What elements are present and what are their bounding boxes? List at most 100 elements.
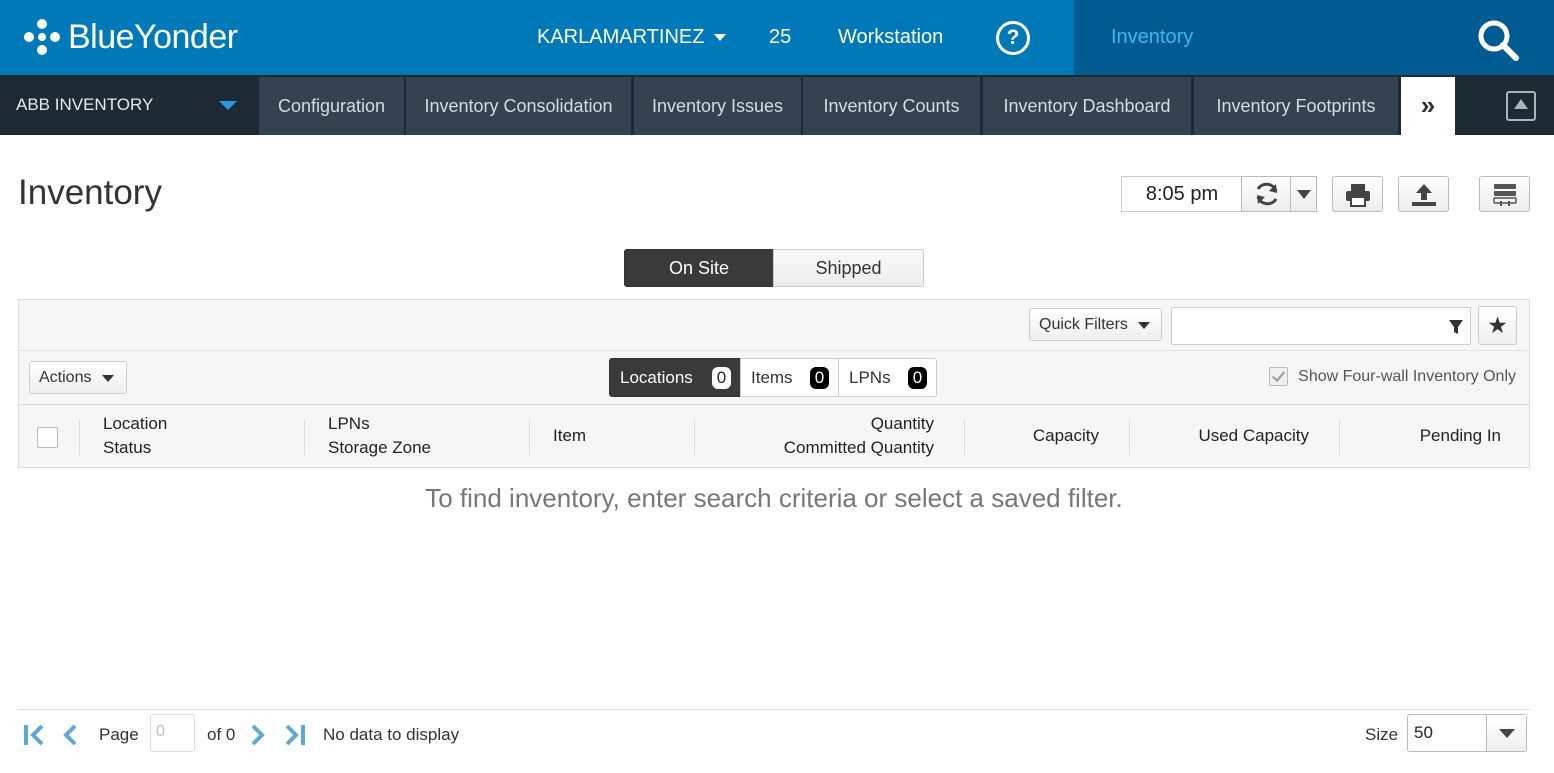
column-header-item[interactable]: Item <box>553 405 693 468</box>
app-selector[interactable]: ABB INVENTORY <box>0 75 258 135</box>
top-bar: BlueYonder KARLAMARTINEZ 25 Workstation … <box>0 0 1554 75</box>
user-name: KARLAMARTINEZ <box>537 26 705 48</box>
select-all-checkbox[interactable] <box>37 427 58 448</box>
collapse-nav-icon[interactable] <box>1506 91 1536 121</box>
chevron-down-icon <box>714 34 727 41</box>
star-icon: ★ <box>1487 312 1508 338</box>
page-total: of 0 <box>207 725 236 744</box>
module-area: Inventory <box>1074 0 1554 75</box>
help-icon[interactable]: ? <box>996 21 1030 55</box>
chevron-down-icon[interactable] <box>1486 715 1526 751</box>
column-header-quantity[interactable]: Quantity Committed Quantity <box>719 405 934 468</box>
previous-page-icon[interactable] <box>61 724 79 746</box>
column-header-label: Capacity <box>1032 426 1099 445</box>
page-size-label: Size <box>1365 725 1399 744</box>
column-header-label: Item <box>553 426 587 445</box>
column-divider <box>964 419 965 455</box>
module-title[interactable]: Inventory <box>1111 26 1193 49</box>
nav-tab-inventory-dashboard[interactable]: Inventory Dashboard <box>983 77 1191 135</box>
next-page-icon[interactable] <box>249 724 267 746</box>
warehouse-count[interactable]: 25 <box>769 26 791 49</box>
tab-items-label: Items <box>751 368 793 387</box>
print-button[interactable] <box>1332 176 1383 212</box>
on-site-toggle[interactable]: On Site <box>624 249 774 287</box>
tab-items[interactable]: Items 0 <box>740 358 839 397</box>
column-header-lpns[interactable]: LPNs Storage Zone <box>328 405 528 468</box>
nav-tab-inventory-consolidation[interactable]: Inventory Consolidation <box>406 77 631 135</box>
print-icon <box>1346 184 1370 207</box>
tab-lpns-label: LPNs <box>849 368 891 387</box>
chevron-down-icon <box>219 101 237 110</box>
nav-tab-inventory-counts[interactable]: Inventory Counts <box>803 77 980 135</box>
four-wall-checkbox[interactable] <box>1269 367 1289 386</box>
refresh-options-dropdown[interactable] <box>1290 176 1317 212</box>
page-number-input[interactable]: 0 <box>150 714 195 752</box>
column-divider <box>304 419 305 455</box>
favorite-filters-button[interactable]: ★ <box>1478 306 1517 345</box>
layout-button[interactable] <box>1479 176 1530 212</box>
column-divider <box>1129 419 1130 455</box>
column-divider <box>694 419 695 455</box>
column-divider <box>79 419 80 455</box>
grid-header-row: Location Status LPNs Storage Zone Item Q… <box>19 405 1529 468</box>
nav-tab-inventory-footprints[interactable]: Inventory Footprints <box>1194 77 1398 135</box>
pager-status: No data to display <box>323 725 460 744</box>
actions-dropdown[interactable]: Actions <box>29 361 127 394</box>
last-page-icon[interactable] <box>283 724 307 746</box>
quick-filters-dropdown[interactable]: Quick Filters <box>1029 308 1162 341</box>
column-header-used-capacity[interactable]: Used Capacity <box>1149 405 1309 468</box>
items-count-badge: 0 <box>810 367 829 389</box>
page-size-select[interactable]: 50 <box>1407 714 1527 752</box>
column-header-label: Quantity <box>870 414 934 433</box>
column-header-capacity[interactable]: Capacity <box>979 405 1099 468</box>
more-tabs-icon[interactable]: » <box>1401 77 1455 135</box>
nav-tab-configuration[interactable]: Configuration <box>259 77 404 135</box>
tab-lpns[interactable]: LPNs 0 <box>838 358 937 397</box>
four-wall-option: Show Four-wall Inventory Only <box>1269 367 1516 386</box>
column-header-sublabel: Status <box>103 438 152 457</box>
brand-name: BlueYonder <box>68 17 238 56</box>
page-size-value: 50 <box>1414 723 1433 742</box>
column-header-label: Used Capacity <box>1198 426 1309 445</box>
pager-divider <box>18 709 1530 710</box>
blueyonder-logo-icon <box>24 19 60 55</box>
app-nav-bar: ABB INVENTORY Configuration Inventory Co… <box>0 75 1554 135</box>
first-page-icon[interactable] <box>23 724 47 746</box>
column-header-label: LPNs <box>328 414 370 433</box>
column-header-pending-in[interactable]: Pending In <box>1359 405 1501 468</box>
column-header-label: Pending In <box>1419 426 1501 445</box>
filter-icon <box>1449 320 1463 334</box>
column-header-sublabel: Committed Quantity <box>783 438 934 457</box>
chevron-down-icon <box>102 375 114 382</box>
column-header-sublabel: Storage Zone <box>328 438 432 457</box>
workstation-link[interactable]: Workstation <box>838 26 943 49</box>
filter-toolbar: Quick Filters ★ <box>19 300 1529 351</box>
tab-locations[interactable]: Locations 0 <box>609 358 741 397</box>
quick-filters-label: Quick Filters <box>1039 316 1128 333</box>
export-button[interactable] <box>1398 176 1449 212</box>
last-refresh-time: 8:05 pm <box>1121 176 1242 212</box>
four-wall-label: Show Four-wall Inventory Only <box>1298 367 1516 385</box>
tab-locations-label: Locations <box>620 368 693 387</box>
user-menu[interactable]: KARLAMARTINEZ <box>537 26 727 49</box>
filter-input[interactable] <box>1171 307 1471 345</box>
column-divider <box>1339 419 1340 455</box>
actions-label: Actions <box>39 369 92 386</box>
refresh-button[interactable] <box>1241 176 1291 212</box>
search-icon[interactable] <box>1476 18 1520 62</box>
brand-logo[interactable]: BlueYonder <box>24 16 238 58</box>
grid-action-bar: Actions Locations 0 Items 0 LPNs 0 Show … <box>19 351 1529 405</box>
page-label: Page <box>99 725 139 744</box>
export-icon <box>1412 184 1436 206</box>
chevron-down-icon <box>1138 322 1150 329</box>
column-divider <box>529 419 530 455</box>
column-header-location[interactable]: Location Status <box>103 405 303 468</box>
empty-state-message: To find inventory, enter search criteria… <box>425 483 1123 513</box>
app-name: ABB INVENTORY <box>16 95 154 114</box>
page-title: Inventory <box>18 173 162 212</box>
refresh-icon <box>1256 182 1278 206</box>
nav-tab-inventory-issues[interactable]: Inventory Issues <box>634 77 801 135</box>
column-header-label: Location <box>103 414 168 433</box>
shipped-toggle[interactable]: Shipped <box>773 249 924 287</box>
inventory-grid: Quick Filters ★ Actions Locations 0 Item… <box>18 299 1530 469</box>
